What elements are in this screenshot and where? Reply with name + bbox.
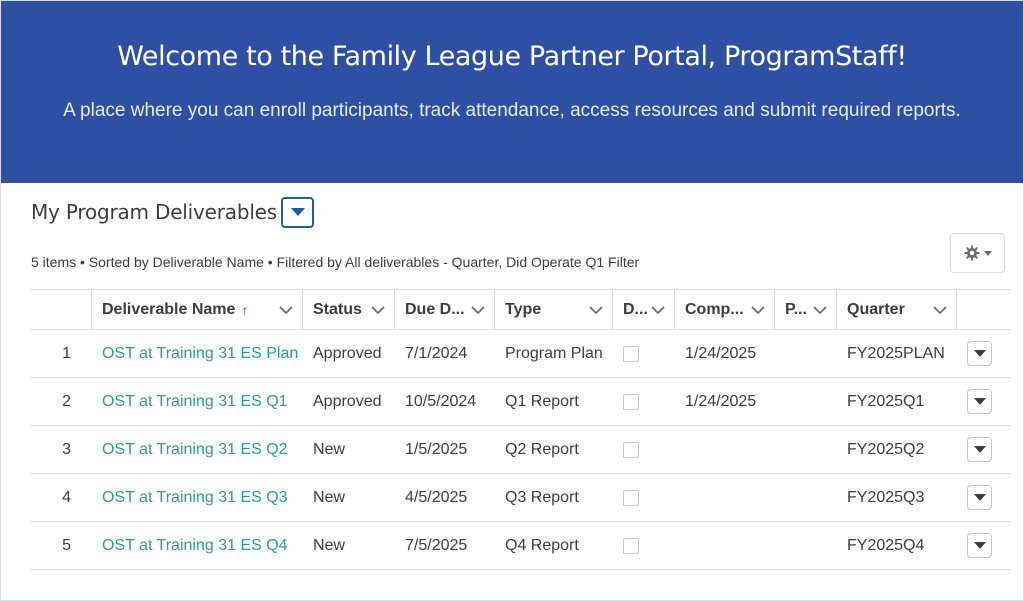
type-cell: Q3 Report: [505, 488, 579, 506]
welcome-title: Welcome to the Family League Partner Por…: [117, 41, 907, 72]
chevron-down-icon: [973, 542, 986, 549]
deliverables-table: Deliverable Name ↑ Status Due D... Type …: [31, 289, 1010, 570]
status-cell: Approved: [313, 344, 382, 362]
row-number: 1: [62, 344, 71, 362]
chevron-down-icon[interactable]: [278, 302, 294, 318]
table-header: Deliverable Name ↑ Status Due D... Type …: [31, 289, 1010, 330]
chevron-down-icon[interactable]: [370, 302, 386, 318]
row-actions-button[interactable]: [967, 437, 992, 462]
column-header-completed[interactable]: Comp...: [674, 290, 774, 330]
status-cell: New: [313, 488, 346, 506]
d-checkbox-cell: [623, 330, 639, 377]
completed-cell: 1/24/2025: [685, 392, 757, 410]
column-header-type[interactable]: Type: [494, 290, 612, 330]
checkbox: [623, 489, 639, 506]
status-cell: New: [313, 440, 346, 458]
chevron-down-icon: [973, 494, 986, 501]
quarter-cell: FY2025Q3: [847, 488, 925, 506]
column-header-p[interactable]: P...: [774, 290, 836, 330]
column-header-quarter[interactable]: Quarter: [836, 290, 957, 330]
row-actions-button[interactable]: [967, 341, 992, 366]
column-header-status[interactable]: Status: [302, 290, 394, 330]
deliverable-name-link[interactable]: OST at Training 31 ES Q4: [102, 522, 288, 569]
sort-ascending-icon: ↑: [241, 302, 249, 318]
table-row: 3 OST at Training 31 ES Q2 New 1/5/2025 …: [31, 426, 1010, 474]
list-view-title: My Program Deliverables: [31, 200, 278, 224]
d-checkbox-cell: [623, 474, 639, 521]
column-header-deliverable-name[interactable]: Deliverable Name ↑: [91, 290, 302, 330]
chevron-down-icon[interactable]: [750, 302, 766, 318]
row-actions-button[interactable]: [967, 485, 992, 510]
quarter-cell: FY2025Q4: [847, 536, 925, 554]
chevron-down-icon[interactable]: [470, 302, 486, 318]
checkbox: [623, 393, 639, 410]
row-number: 5: [62, 536, 71, 554]
list-view-header: My Program Deliverables: [31, 196, 315, 228]
deliverable-name-link[interactable]: OST at Training 31 ES Plan: [102, 330, 298, 377]
completed-cell: 1/24/2025: [685, 344, 757, 362]
quarter-cell: FY2025Q2: [847, 440, 925, 458]
chevron-down-icon: [973, 446, 986, 453]
deliverable-name-link[interactable]: OST at Training 31 ES Q3: [102, 474, 288, 521]
d-checkbox-cell: [623, 522, 639, 569]
column-header-due-date[interactable]: Due D...: [394, 290, 494, 330]
due-date-cell: 10/5/2024: [405, 392, 477, 410]
deliverable-name-link[interactable]: OST at Training 31 ES Q1: [102, 378, 288, 425]
chevron-down-icon[interactable]: [588, 302, 604, 318]
chevron-down-icon: [973, 350, 986, 357]
welcome-banner: Welcome to the Family League Partner Por…: [1, 1, 1023, 183]
list-settings-button[interactable]: [950, 233, 1005, 273]
chevron-down-icon[interactable]: [812, 302, 828, 318]
quarter-cell: FY2025PLAN: [847, 344, 945, 362]
d-checkbox-cell: [623, 426, 639, 473]
type-cell: Q1 Report: [505, 392, 579, 410]
row-number: 3: [62, 440, 71, 458]
welcome-subtitle: A place where you can enroll participant…: [63, 100, 961, 121]
table-row: 4 OST at Training 31 ES Q3 New 4/5/2025 …: [31, 474, 1010, 522]
column-header-d[interactable]: D...: [612, 290, 674, 330]
due-date-cell: 7/1/2024: [405, 344, 468, 362]
checkbox: [623, 345, 639, 362]
list-view-picker-button[interactable]: [281, 196, 315, 228]
chevron-down-icon[interactable]: [932, 302, 948, 318]
type-cell: Q4 Report: [505, 536, 579, 554]
row-actions-button[interactable]: [967, 533, 992, 558]
row-actions-button[interactable]: [967, 389, 992, 414]
type-cell: Q2 Report: [505, 440, 579, 458]
due-date-cell: 4/5/2025: [405, 488, 468, 506]
chevron-down-icon: [983, 250, 992, 256]
deliverable-name-link[interactable]: OST at Training 31 ES Q2: [102, 426, 288, 473]
row-number: 4: [62, 488, 71, 506]
table-row: 2 OST at Training 31 ES Q1 Approved 10/5…: [31, 378, 1010, 426]
chevron-down-icon: [290, 208, 305, 216]
table-row: 5 OST at Training 31 ES Q4 New 7/5/2025 …: [31, 522, 1010, 570]
d-checkbox-cell: [623, 378, 639, 425]
type-cell: Program Plan: [505, 344, 603, 362]
quarter-cell: FY2025Q1: [847, 392, 925, 410]
chevron-down-icon[interactable]: [650, 302, 666, 318]
due-date-cell: 1/5/2025: [405, 440, 468, 458]
checkbox: [623, 441, 639, 458]
checkbox: [623, 537, 639, 554]
status-cell: Approved: [313, 392, 382, 410]
due-date-cell: 7/5/2025: [405, 536, 468, 554]
status-cell: New: [313, 536, 346, 554]
table-row: 1 OST at Training 31 ES Plan Approved 7/…: [31, 330, 1010, 378]
chevron-down-icon: [973, 398, 986, 405]
row-number: 2: [62, 392, 71, 410]
list-view-meta: 5 items • Sorted by Deliverable Name • F…: [31, 254, 640, 270]
gear-icon: [964, 245, 979, 261]
